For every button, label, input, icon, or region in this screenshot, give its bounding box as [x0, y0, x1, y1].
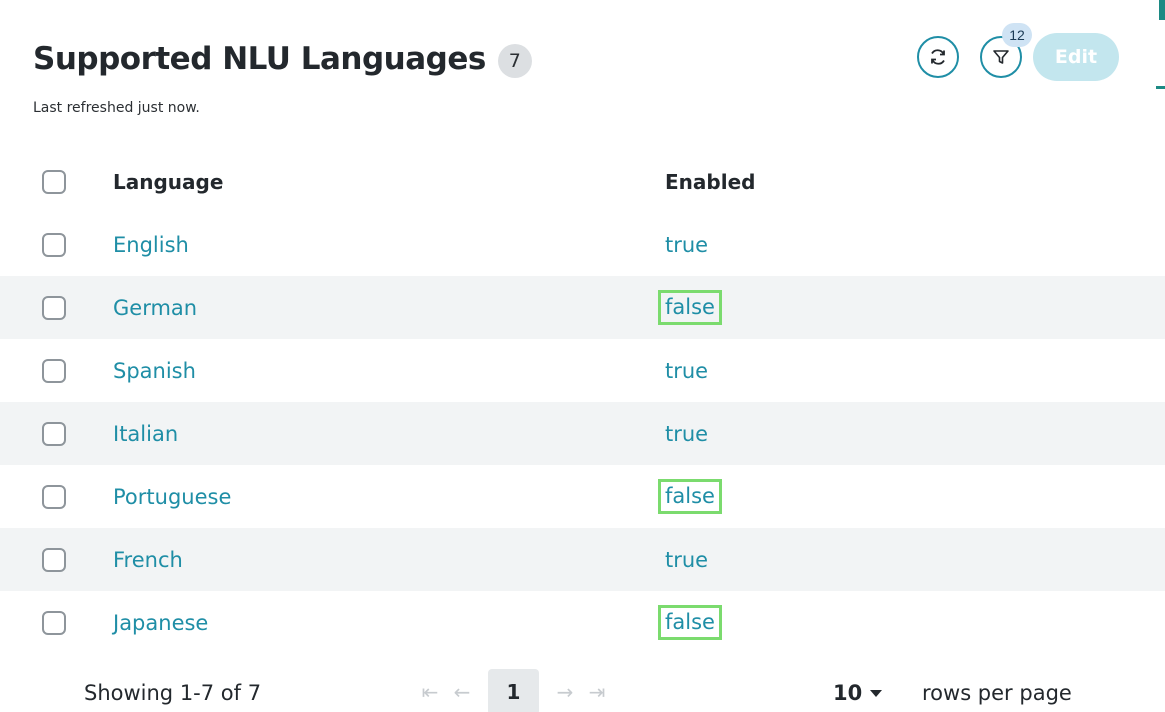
- row-checkbox[interactable]: [42, 484, 66, 509]
- enabled-value[interactable]: true: [665, 422, 708, 446]
- next-page-icon[interactable]: →: [549, 680, 581, 704]
- table-body: English true German false Spanish true Italian…: [0, 213, 1165, 654]
- enabled-value[interactable]: true: [665, 548, 708, 572]
- edge-accent-mark: [1159, 0, 1165, 20]
- table-header-row: Language Enabled: [0, 150, 1165, 213]
- language-link[interactable]: German: [113, 296, 197, 320]
- rows-per-page-value: 10: [833, 681, 863, 705]
- language-link[interactable]: French: [113, 548, 183, 572]
- showing-count-text: Showing 1-7 of 7: [84, 681, 262, 705]
- row-checkbox[interactable]: [42, 547, 66, 572]
- languages-table: Language Enabled English true German false S…: [0, 150, 1165, 654]
- filter-count-badge: 12: [1002, 23, 1032, 47]
- language-link[interactable]: Japanese: [113, 611, 208, 635]
- previous-page-icon[interactable]: ←: [446, 680, 478, 704]
- caret-down-icon: [870, 689, 883, 697]
- table-row: English true: [0, 213, 1165, 276]
- filter-icon: [993, 50, 1009, 64]
- column-header-language[interactable]: Language: [113, 170, 223, 194]
- rows-per-page-label: rows per page: [922, 681, 1072, 705]
- language-link[interactable]: English: [113, 233, 189, 257]
- page-title: Supported NLU Languages: [33, 41, 486, 77]
- table-row: Italian true: [0, 402, 1165, 465]
- enabled-value[interactable]: true: [665, 359, 708, 383]
- select-all-checkbox[interactable]: [42, 169, 66, 194]
- current-page-button[interactable]: 1: [488, 669, 539, 712]
- row-checkbox[interactable]: [42, 421, 66, 446]
- enabled-value[interactable]: false: [658, 479, 722, 514]
- pagination: ⇤ ← 1 → ⇥: [414, 669, 613, 712]
- table-row: French true: [0, 528, 1165, 591]
- table-footer: Showing 1-7 of 7 ⇤ ← 1 → ⇥ 10 rows per p…: [0, 655, 1165, 712]
- column-header-enabled[interactable]: Enabled: [665, 170, 755, 194]
- table-row: German false: [0, 276, 1165, 339]
- language-link[interactable]: Italian: [113, 422, 178, 446]
- page-header: Supported NLU Languages 7 Last refreshed…: [33, 40, 532, 116]
- table-row: Japanese false: [0, 591, 1165, 654]
- table-row: Spanish true: [0, 339, 1165, 402]
- edge-accent-mark: [1156, 86, 1165, 89]
- enabled-value[interactable]: false: [658, 290, 722, 325]
- table-row: Portuguese false: [0, 465, 1165, 528]
- row-checkbox[interactable]: [42, 295, 66, 320]
- rows-per-page-select[interactable]: 10: [833, 681, 883, 705]
- count-badge: 7: [497, 44, 532, 78]
- row-checkbox[interactable]: [42, 232, 66, 257]
- language-link[interactable]: Spanish: [113, 359, 196, 383]
- row-checkbox[interactable]: [42, 610, 66, 635]
- last-page-icon[interactable]: ⇥: [581, 680, 613, 704]
- enabled-value[interactable]: false: [658, 605, 722, 640]
- language-link[interactable]: Portuguese: [113, 485, 231, 509]
- filter-button[interactable]: 12: [980, 23, 1032, 78]
- toolbar-actions: 12 Edit: [917, 23, 1119, 81]
- enabled-value[interactable]: true: [665, 233, 708, 257]
- refresh-button[interactable]: [917, 36, 959, 78]
- refresh-icon: [931, 49, 945, 65]
- title-row: Supported NLU Languages 7: [33, 40, 532, 78]
- edit-button[interactable]: Edit: [1033, 33, 1119, 81]
- first-page-icon[interactable]: ⇤: [414, 680, 446, 704]
- row-checkbox[interactable]: [42, 358, 66, 383]
- last-refreshed-text: Last refreshed just now.: [33, 100, 200, 116]
